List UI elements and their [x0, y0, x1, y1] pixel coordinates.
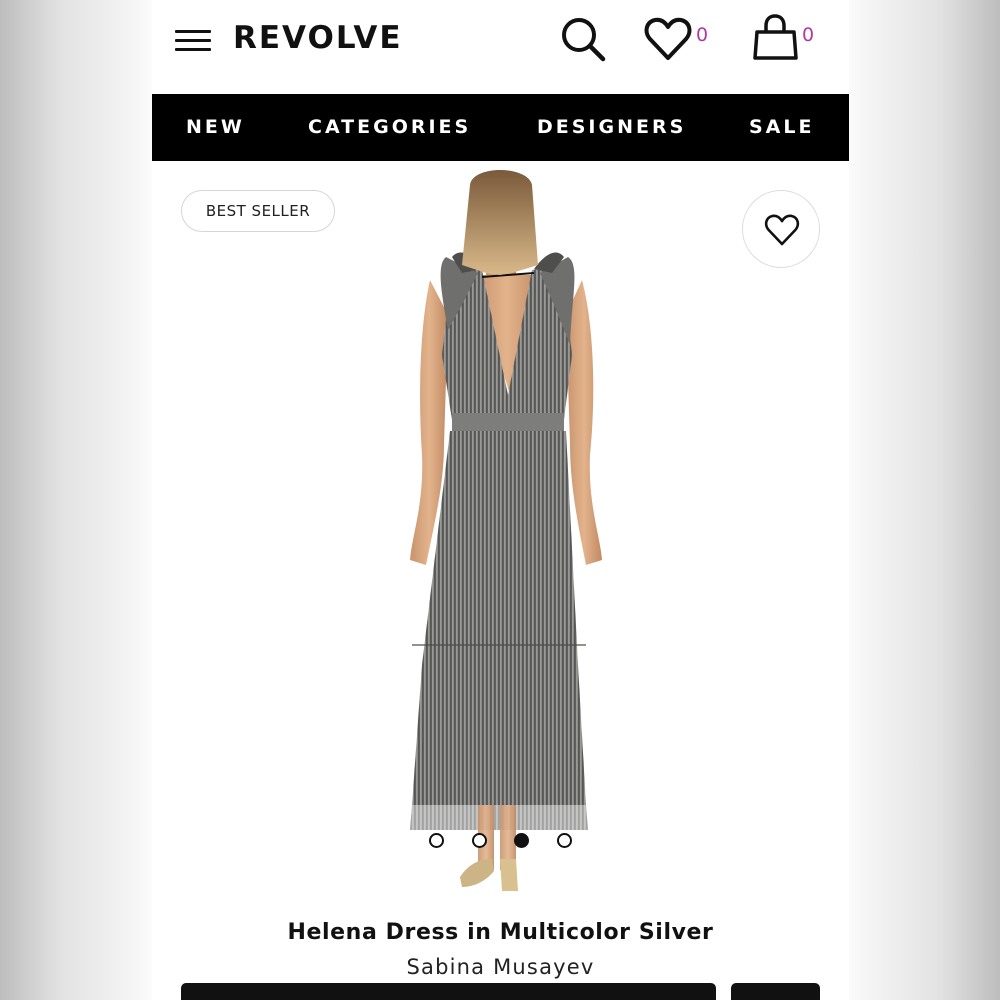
- nav-item-designers[interactable]: DESIGNERS: [537, 116, 686, 138]
- nav-item-sale[interactable]: SALE: [749, 116, 814, 138]
- shopping-bag-button[interactable]: 0: [752, 14, 822, 64]
- add-to-bag-button[interactable]: [181, 983, 716, 1000]
- carousel-dot-2[interactable]: [472, 833, 487, 848]
- search-icon[interactable]: [560, 14, 608, 64]
- menu-icon[interactable]: [175, 28, 213, 52]
- best-seller-badge: BEST SELLER: [181, 190, 335, 232]
- bag-count: 0: [802, 24, 815, 46]
- nav-item-categories[interactable]: CATEGORIES: [308, 116, 471, 138]
- image-carousel-dots: [152, 833, 849, 849]
- brand-name-link[interactable]: Sabina Musayev: [152, 955, 849, 979]
- product-image[interactable]: [382, 165, 632, 910]
- nav-item-new[interactable]: NEW: [186, 116, 245, 138]
- phone-screen: REVOLVE 0 0 NEW CATEGORIES DESIGNERS SAL…: [152, 0, 849, 1000]
- wishlist-button[interactable]: 0: [644, 16, 714, 62]
- top-header: REVOLVE 0 0: [152, 0, 849, 94]
- carousel-dot-3[interactable]: [514, 833, 529, 848]
- carousel-dot-1[interactable]: [429, 833, 444, 848]
- bag-icon: [753, 14, 798, 60]
- heart-icon: [764, 214, 800, 246]
- logo[interactable]: REVOLVE: [233, 20, 403, 56]
- carousel-dot-4[interactable]: [557, 833, 572, 848]
- heart-icon: [644, 17, 692, 60]
- secondary-action-button[interactable]: [731, 983, 820, 1000]
- category-nav: NEW CATEGORIES DESIGNERS SALE: [152, 94, 849, 161]
- wishlist-count: 0: [696, 24, 709, 46]
- add-to-favorites-button[interactable]: [742, 190, 820, 268]
- product-name: Helena Dress in Multicolor Silver: [287, 920, 714, 945]
